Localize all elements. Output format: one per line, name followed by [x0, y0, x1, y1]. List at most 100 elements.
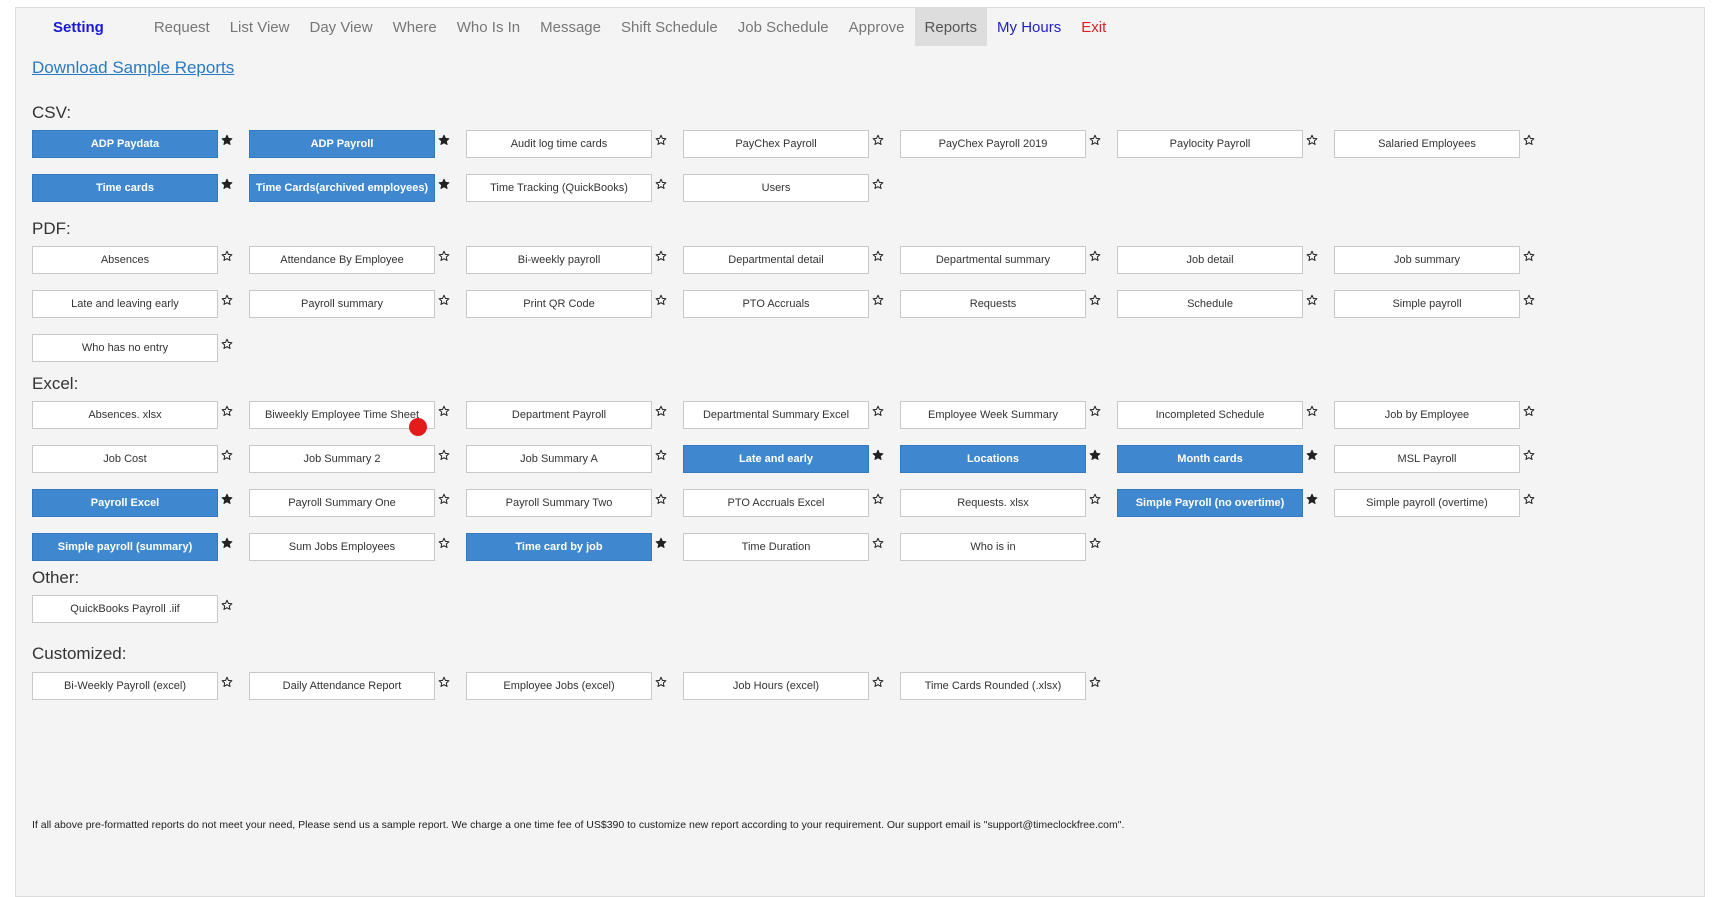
star-icon[interactable] [1306, 405, 1318, 417]
report-button-sum-jobs-employees[interactable]: Sum Jobs Employees [249, 533, 435, 561]
star-icon[interactable] [1089, 250, 1101, 262]
report-button-biweekly-employee-time-sheet[interactable]: Biweekly Employee Time Sheet [249, 401, 435, 429]
report-button-locations[interactable]: Locations [900, 445, 1086, 473]
star-icon[interactable] [438, 250, 450, 262]
star-icon[interactable] [1306, 493, 1318, 505]
report-button-payroll-summary-one[interactable]: Payroll Summary One [249, 489, 435, 517]
nav-where[interactable]: Where [383, 8, 447, 46]
star-icon[interactable] [655, 250, 667, 262]
star-icon[interactable] [221, 250, 233, 262]
star-icon[interactable] [438, 676, 450, 688]
report-button-job-detail[interactable]: Job detail [1117, 246, 1303, 274]
star-icon[interactable] [1523, 250, 1535, 262]
report-button-salaried-employees[interactable]: Salaried Employees [1334, 130, 1520, 158]
report-button-department-payroll[interactable]: Department Payroll [466, 401, 652, 429]
report-button-payroll-excel[interactable]: Payroll Excel [32, 489, 218, 517]
report-button-time-cards-archived-employees[interactable]: Time Cards(archived employees) [249, 174, 435, 202]
report-button-audit-log-time-cards[interactable]: Audit log time cards [466, 130, 652, 158]
star-icon[interactable] [655, 405, 667, 417]
nav-my-hours[interactable]: My Hours [987, 8, 1071, 46]
nav-exit[interactable]: Exit [1071, 8, 1116, 46]
star-icon[interactable] [872, 250, 884, 262]
report-button-time-cards[interactable]: Time cards [32, 174, 218, 202]
star-icon[interactable] [872, 294, 884, 306]
star-icon[interactable] [872, 405, 884, 417]
star-icon[interactable] [872, 178, 884, 190]
report-button-incompleted-schedule[interactable]: Incompleted Schedule [1117, 401, 1303, 429]
star-icon[interactable] [1523, 405, 1535, 417]
star-icon[interactable] [1523, 493, 1535, 505]
report-button-paychex-payroll-2019[interactable]: PayChex Payroll 2019 [900, 130, 1086, 158]
report-button-simple-payroll-summary[interactable]: Simple payroll (summary) [32, 533, 218, 561]
star-icon[interactable] [655, 134, 667, 146]
star-icon[interactable] [872, 134, 884, 146]
star-icon[interactable] [872, 449, 884, 461]
report-button-job-summary[interactable]: Job summary [1334, 246, 1520, 274]
nav-shift-schedule[interactable]: Shift Schedule [611, 8, 728, 46]
nav-day-view[interactable]: Day View [299, 8, 382, 46]
report-button-time-duration[interactable]: Time Duration [683, 533, 869, 561]
report-button-absences[interactable]: Absences [32, 246, 218, 274]
star-icon[interactable] [221, 599, 233, 611]
report-button-simple-payroll-no-overtime[interactable]: Simple Payroll (no overtime) [1117, 489, 1303, 517]
star-icon[interactable] [872, 676, 884, 688]
star-icon[interactable] [1523, 134, 1535, 146]
star-icon[interactable] [1089, 676, 1101, 688]
star-icon[interactable] [1089, 405, 1101, 417]
star-icon[interactable] [221, 449, 233, 461]
star-icon[interactable] [221, 493, 233, 505]
report-button-msl-payroll[interactable]: MSL Payroll [1334, 445, 1520, 473]
report-button-who-has-no-entry[interactable]: Who has no entry [32, 334, 218, 362]
star-icon[interactable] [438, 178, 450, 190]
report-button-paylocity-payroll[interactable]: Paylocity Payroll [1117, 130, 1303, 158]
report-button-schedule[interactable]: Schedule [1117, 290, 1303, 318]
star-icon[interactable] [1089, 134, 1101, 146]
star-icon[interactable] [1523, 449, 1535, 461]
report-button-pto-accruals-excel[interactable]: PTO Accruals Excel [683, 489, 869, 517]
report-button-simple-payroll-overtime[interactable]: Simple payroll (overtime) [1334, 489, 1520, 517]
star-icon[interactable] [655, 537, 667, 549]
star-icon[interactable] [1089, 493, 1101, 505]
report-button-time-cards-rounded-xlsx[interactable]: Time Cards Rounded (.xlsx) [900, 672, 1086, 700]
star-icon[interactable] [1306, 134, 1318, 146]
report-button-payroll-summary[interactable]: Payroll summary [249, 290, 435, 318]
star-icon[interactable] [438, 294, 450, 306]
report-button-bi-weekly-payroll[interactable]: Bi-weekly payroll [466, 246, 652, 274]
report-button-month-cards[interactable]: Month cards [1117, 445, 1303, 473]
star-icon[interactable] [655, 449, 667, 461]
star-icon[interactable] [1306, 449, 1318, 461]
star-icon[interactable] [872, 493, 884, 505]
star-icon[interactable] [221, 405, 233, 417]
star-icon[interactable] [221, 178, 233, 190]
star-icon[interactable] [872, 537, 884, 549]
star-icon[interactable] [655, 294, 667, 306]
star-icon[interactable] [655, 676, 667, 688]
nav-message[interactable]: Message [530, 8, 611, 46]
report-button-bi-weekly-payroll-excel[interactable]: Bi-Weekly Payroll (excel) [32, 672, 218, 700]
star-icon[interactable] [221, 294, 233, 306]
nav-job-schedule[interactable]: Job Schedule [728, 8, 839, 46]
report-button-job-by-employee[interactable]: Job by Employee [1334, 401, 1520, 429]
report-button-who-is-in[interactable]: Who is in [900, 533, 1086, 561]
report-button-simple-payroll[interactable]: Simple payroll [1334, 290, 1520, 318]
report-button-job-summary-2[interactable]: Job Summary 2 [249, 445, 435, 473]
nav-who-is-in[interactable]: Who Is In [447, 8, 530, 46]
report-button-late-and-leaving-early[interactable]: Late and leaving early [32, 290, 218, 318]
report-button-time-tracking-quickbooks[interactable]: Time Tracking (QuickBooks) [466, 174, 652, 202]
report-button-adp-paydata[interactable]: ADP Paydata [32, 130, 218, 158]
report-button-payroll-summary-two[interactable]: Payroll Summary Two [466, 489, 652, 517]
report-button-time-card-by-job[interactable]: Time card by job [466, 533, 652, 561]
report-button-departmental-detail[interactable]: Departmental detail [683, 246, 869, 274]
star-icon[interactable] [1523, 294, 1535, 306]
report-button-departmental-summary-excel[interactable]: Departmental Summary Excel [683, 401, 869, 429]
star-icon[interactable] [221, 676, 233, 688]
report-button-pto-accruals[interactable]: PTO Accruals [683, 290, 869, 318]
report-button-adp-payroll[interactable]: ADP Payroll [249, 130, 435, 158]
star-icon[interactable] [438, 134, 450, 146]
report-button-print-qr-code[interactable]: Print QR Code [466, 290, 652, 318]
star-icon[interactable] [1089, 449, 1101, 461]
star-icon[interactable] [655, 493, 667, 505]
report-button-employee-week-summary[interactable]: Employee Week Summary [900, 401, 1086, 429]
report-button-job-cost[interactable]: Job Cost [32, 445, 218, 473]
report-button-job-summary-a[interactable]: Job Summary A [466, 445, 652, 473]
